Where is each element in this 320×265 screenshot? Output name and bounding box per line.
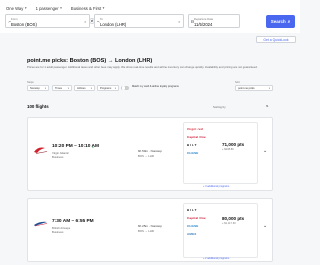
points-price: 71,000 pts <box>222 142 245 147</box>
cabin-class: Business <box>52 230 64 234</box>
times-filter-value: Times <box>55 86 62 90</box>
clear-icon[interactable]: ✕ <box>178 20 181 24</box>
programs-filter-value: Programs <box>100 86 112 90</box>
chevron-down-icon: ▾ <box>67 86 69 90</box>
taxes-fees: + $1,117.30 <box>222 222 236 225</box>
program-logo: AMEX <box>187 232 197 236</box>
search-form: From Boston (BOS) ✕ ⇄ To London (LHR) ✕ … <box>0 11 300 33</box>
flight-card[interactable]: 10:20 PM – 10:10 AM ● Virgin Atlantic Bu… <box>27 117 273 191</box>
chevron-down-icon: ▾ <box>102 6 105 10</box>
airlines-filter-value: Airlines <box>77 86 86 90</box>
program-logo: BILT <box>187 143 198 147</box>
from-value: Boston (BOS) <box>11 21 37 27</box>
date-value: 11/5/2024 <box>194 21 213 27</box>
program-logo: CHASE <box>187 224 199 228</box>
duration: 6h 25m · Nonstop <box>138 224 162 228</box>
chevron-down-icon[interactable]: ⌄ <box>263 148 267 154</box>
program-logo: CHASE <box>187 151 199 155</box>
times-filter[interactable]: Times ▾ <box>52 85 72 91</box>
swap-icon: ⇄ <box>90 19 94 23</box>
results-count: 100 flights <box>27 104 49 109</box>
sort-label: Sort <box>235 81 240 84</box>
cabin-dropdown[interactable]: Business & First ▾ <box>71 6 105 11</box>
from-field[interactable]: From Boston (BOS) ✕ <box>5 14 90 28</box>
stops-filter-value: Nonstop <box>30 86 40 90</box>
chevron-down-icon: ▾ <box>90 86 92 90</box>
program-logo: Virgin red <box>187 127 203 131</box>
passengers-value: 1 passenger <box>35 5 59 11</box>
points-price: 80,000 pts <box>222 216 245 221</box>
price-disclaimer: Prices are for 1 adult passenger. Additi… <box>27 65 258 69</box>
to-value: London (LHR) <box>100 21 127 27</box>
british-airways-logo-icon <box>34 221 48 227</box>
additional-programs-link[interactable]: + 2 additional programs <box>203 257 229 260</box>
sorting-label: Sorting by <box>213 105 226 109</box>
search-icon: ⌕ <box>287 19 291 24</box>
chevron-down-icon[interactable]: ⌄ <box>263 223 267 229</box>
trip-type-dropdown[interactable]: One Way ▾ <box>6 6 27 11</box>
quick-look-button[interactable]: Get a QuickLook <box>256 36 296 43</box>
additional-programs-link[interactable]: + 3 additional programs <box>203 185 229 188</box>
route: BOS → LHR <box>138 154 154 158</box>
route: BOS → LHR <box>138 229 154 233</box>
page-title: point.me picks: Boston (BOS) → London (L… <box>27 58 153 64</box>
chevron-down-icon: ▾ <box>114 86 116 90</box>
sort-icon[interactable]: ⇅ <box>266 104 269 108</box>
cabin-value: Business & First <box>70 5 102 11</box>
flight-times: 7:30 AM – 6:55 PM <box>52 219 94 224</box>
program-logo: Capital One <box>187 216 206 220</box>
trip-type-value: One Way <box>6 5 24 11</box>
program-logo: BILT <box>187 208 198 212</box>
taxes-fees: + $238.89 <box>222 148 234 151</box>
to-label: To <box>100 17 103 21</box>
departure-date-field[interactable]: Departure Date 11/5/2024 <box>188 14 240 28</box>
program-options-panel[interactable]: BILT Capital One CHASE AMEX 80,000 pts +… <box>183 203 258 258</box>
virgin-atlantic-logo-icon <box>34 147 48 154</box>
program-logo: Capital One <box>187 135 206 139</box>
sort-value: point.me picks <box>238 86 255 90</box>
search-button-label: Search <box>270 19 286 24</box>
clear-icon[interactable]: ✕ <box>84 20 87 24</box>
search-button[interactable]: Search ⌕ <box>266 15 295 28</box>
duration: 6h 50m · Nonstop <box>138 149 162 153</box>
match-programs-label: Match my card & airline loyalty programs <box>132 85 179 88</box>
chevron-down-icon: ▾ <box>60 6 62 10</box>
match-programs-toggle[interactable] <box>121 85 129 90</box>
chevron-down-icon: ▾ <box>44 86 46 90</box>
check-circle-icon: ● <box>92 144 94 149</box>
programs-filter[interactable]: Programs ▾ <box>97 85 119 91</box>
from-label: From <box>11 17 18 21</box>
flight-card[interactable]: 7:30 AM – 6:55 PM British Airways Busine… <box>27 198 273 262</box>
chevron-down-icon: ▾ <box>268 86 270 90</box>
date-label: Departure Date <box>194 17 214 21</box>
stops-filter-label: Stops <box>27 81 34 84</box>
to-field[interactable]: To London (LHR) ✕ <box>94 14 184 28</box>
program-options-panel[interactable]: Virgin red Capital One BILT CHASE 71,000… <box>183 122 258 184</box>
cabin-class: Business <box>52 155 64 159</box>
stops-filter[interactable]: Nonstop ▾ <box>27 85 49 91</box>
chevron-down-icon: ▾ <box>24 6 27 10</box>
passengers-dropdown[interactable]: 1 passenger ▾ <box>36 6 62 11</box>
airlines-filter[interactable]: Airlines ▾ <box>74 85 95 91</box>
quick-look-label: Get a QuickLook <box>263 37 289 42</box>
sort-dropdown[interactable]: point.me picks ▾ <box>235 85 273 91</box>
